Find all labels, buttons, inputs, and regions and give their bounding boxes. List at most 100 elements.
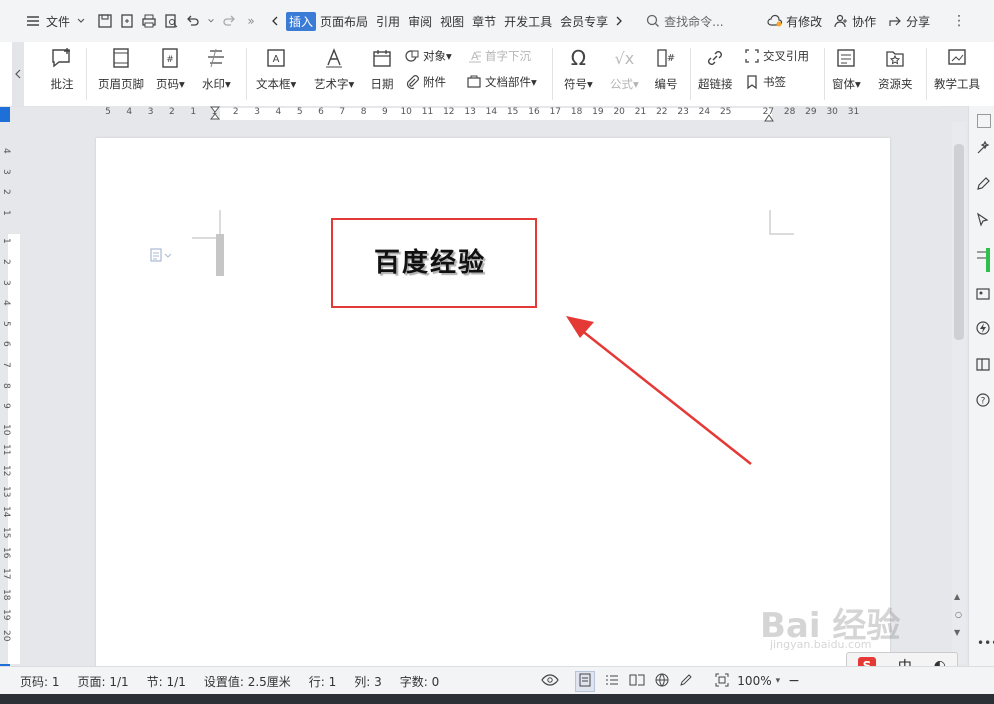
redo-icon[interactable] [220, 12, 238, 30]
help-icon[interactable]: ? [975, 392, 991, 411]
comment-icon [50, 46, 74, 70]
scroll-thumb[interactable] [954, 144, 964, 340]
document-text[interactable]: 百度经验 [374, 242, 486, 279]
more-icon[interactable]: ••• [977, 636, 994, 650]
doc-parts-button[interactable]: 文档部件 ▾ [466, 74, 537, 90]
menu-icon[interactable] [24, 12, 42, 30]
save-icon[interactable] [96, 12, 114, 30]
horizontal-ruler[interactable]: 5432112345678910111213141516171819202122… [92, 106, 940, 122]
status-page-count[interactable]: 页面: 1/1 [78, 673, 129, 690]
eye-protection-icon[interactable] [541, 673, 559, 690]
tab-developer[interactable]: 开发工具 [500, 13, 556, 30]
ruler-number: 30 [826, 107, 838, 117]
textbox-button[interactable]: A 文本框▾ [256, 46, 296, 92]
tab-insert[interactable]: 插入 [286, 11, 317, 31]
pen-mode-icon[interactable] [679, 673, 693, 690]
zoom-out-button[interactable]: − [788, 673, 800, 689]
ruler-number: 1 [190, 107, 197, 117]
status-row[interactable]: 行: 1 [309, 673, 337, 690]
ruler-number: 19 [1, 609, 11, 621]
chevron-down-icon[interactable]: ▾ [776, 676, 781, 686]
tab-member[interactable]: 会员专享 [556, 13, 608, 30]
styles-icon[interactable] [975, 248, 991, 275]
attachment-button[interactable]: 附件 [404, 74, 446, 90]
tab-page-layout[interactable]: 页面布局 [316, 13, 372, 30]
indent-marker[interactable] [209, 106, 221, 122]
modified-status[interactable]: 有修改 [786, 13, 822, 30]
page-number-icon: # [158, 46, 182, 70]
drop-cap-button[interactable]: A 首字下沉 [466, 48, 531, 64]
select-cursor-icon[interactable] [975, 212, 991, 231]
book-icon[interactable] [975, 356, 991, 375]
chevron-down-icon[interactable] [206, 12, 216, 30]
reading-view-icon[interactable] [629, 673, 645, 690]
image-icon[interactable] [975, 286, 991, 305]
ruler-number: 20 [613, 107, 625, 117]
ruler-number: 28 [783, 107, 796, 117]
status-setting[interactable]: 设置值: 2.5厘米 [204, 673, 291, 690]
print-preview-icon[interactable] [162, 12, 180, 30]
paragraph-layout-icon[interactable] [150, 248, 174, 262]
tab-chapter[interactable]: 章节 [468, 13, 500, 30]
ruler-number: 4 [126, 107, 133, 117]
formula-button[interactable]: √x 公式▾ [610, 46, 639, 92]
status-word-count[interactable]: 字数: 0 [400, 673, 440, 690]
art-text-button[interactable]: 艺术字▾ [314, 46, 354, 92]
vertical-ruler[interactable]: 4 3 2 1 1 2 3 4 5 6 7 8 9 10 11 12 13 14 15 16 17 18 19 20 [0, 122, 26, 664]
cloud-modified-icon[interactable] [766, 12, 784, 30]
header-footer-button[interactable]: 页眉页脚 [98, 46, 144, 92]
status-col[interactable]: 列: 3 [354, 673, 382, 690]
bookmark-icon [744, 74, 760, 90]
undo-icon[interactable] [184, 12, 202, 30]
more-icon[interactable]: » [242, 12, 260, 30]
document-page[interactable]: 百度经验 [96, 138, 890, 668]
window-form-button[interactable]: 窗体▾ [832, 46, 861, 92]
share-icon[interactable] [886, 12, 904, 30]
export-pdf-icon[interactable] [118, 12, 136, 30]
lightning-icon[interactable] [975, 320, 991, 339]
pen-icon[interactable] [975, 176, 991, 195]
page-number-button[interactable]: # 页码▾ [156, 46, 185, 92]
page-view-icon[interactable] [575, 670, 596, 692]
status-page-number[interactable]: 页码: 1 [20, 673, 60, 690]
pin-icon[interactable] [977, 114, 991, 128]
tab-view[interactable]: 视图 [436, 13, 468, 30]
hyperlink-button[interactable]: 超链接 [698, 46, 733, 92]
search-icon[interactable] [644, 12, 662, 30]
zoom-level[interactable]: 100% [737, 674, 771, 688]
tab-references[interactable]: 引用 [372, 13, 404, 30]
status-section[interactable]: 节: 1/1 [147, 673, 186, 690]
bookmark-button[interactable]: 书签 [744, 74, 786, 90]
watermark-button[interactable]: 水印▾ [202, 46, 231, 92]
object-button[interactable]: 对象 ▾ [404, 48, 452, 64]
web-view-icon[interactable] [655, 673, 669, 690]
magic-tool-icon[interactable] [975, 140, 991, 159]
right-indent-marker[interactable] [764, 110, 774, 122]
resources-button[interactable]: 资源夹 [878, 46, 913, 92]
collab-button[interactable]: 协作 [852, 13, 876, 30]
date-button[interactable]: 日期 [370, 46, 394, 92]
ruler-number: 5 [296, 107, 303, 117]
scroll-tabs-right-icon[interactable] [610, 12, 628, 30]
file-menu[interactable]: 文件 [46, 13, 70, 30]
symbol-button[interactable]: Ω 符号▾ [564, 46, 593, 92]
command-search-input[interactable]: 查找命令... [664, 13, 754, 30]
collab-icon[interactable] [832, 12, 850, 30]
fit-page-icon[interactable] [715, 673, 729, 690]
share-button[interactable]: 分享 [906, 13, 930, 30]
chevron-down-icon[interactable] [72, 12, 90, 30]
tab-review[interactable]: 审阅 [404, 13, 436, 30]
vertical-scrollbar[interactable]: ▲ ○ ▼ [952, 122, 966, 664]
ruler-number: 1 [1, 209, 11, 216]
ribbon-scroll-left[interactable] [12, 42, 24, 106]
teaching-tools-button[interactable]: 教学工具 [934, 46, 980, 92]
scroll-tabs-left-icon[interactable] [266, 12, 284, 30]
ruler-number: 19 [592, 107, 604, 117]
numbering-button[interactable]: # 编号 [654, 46, 678, 92]
outline-view-icon[interactable] [605, 673, 619, 690]
print-icon[interactable] [140, 12, 158, 30]
comment-button[interactable]: 批注 [50, 46, 74, 92]
object-icon [404, 48, 420, 64]
more-options-icon[interactable]: ⋮ [950, 12, 968, 30]
cross-ref-button[interactable]: 交叉引用 [744, 48, 809, 64]
